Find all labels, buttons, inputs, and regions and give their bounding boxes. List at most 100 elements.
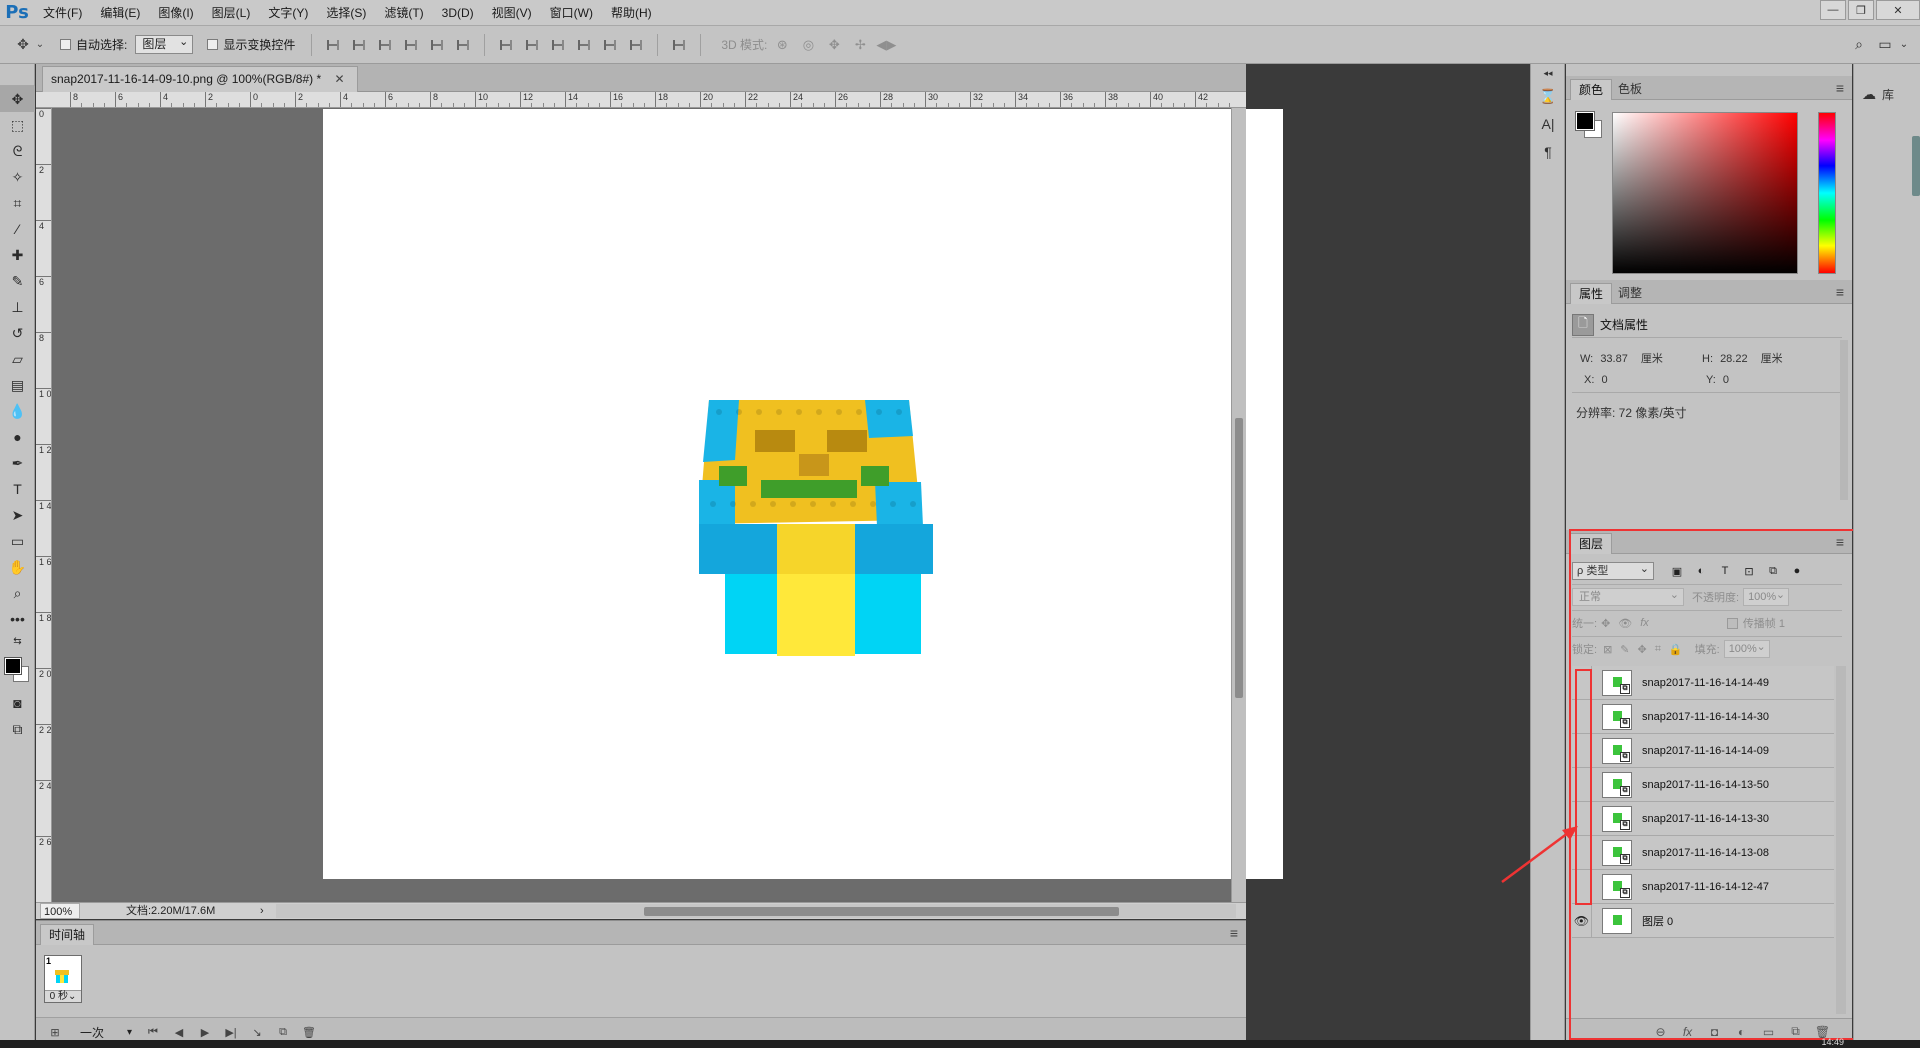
filter-type-icon[interactable]: T: [1714, 562, 1736, 580]
auto-align-icon[interactable]: [669, 36, 689, 54]
healing-brush-tool-icon[interactable]: ✚: [0, 242, 35, 268]
visibility-toggle[interactable]: [1572, 665, 1592, 700]
unify-position-icon[interactable]: ✥: [1601, 617, 1610, 630]
layer-name[interactable]: snap2017-11-16-14-13-50: [1642, 779, 1769, 791]
layer-row[interactable]: ⧉ snap2017-11-16-14-13-50: [1572, 767, 1834, 802]
rectangle-tool-icon[interactable]: ▭: [0, 528, 35, 554]
filter-smart-object-icon[interactable]: ⧉: [1762, 562, 1784, 580]
menu-select[interactable]: 选择(S): [317, 0, 375, 26]
eraser-tool-icon[interactable]: ▱: [0, 346, 35, 372]
menu-layer[interactable]: 图层(L): [203, 0, 260, 26]
move-tool-icon[interactable]: ✥: [0, 86, 35, 112]
lasso-tool-icon[interactable]: ᘓ: [0, 138, 35, 164]
minimize-button[interactable]: —: [1820, 0, 1846, 20]
eyedropper-tool-icon[interactable]: ⁄: [0, 216, 35, 242]
layer-row[interactable]: ⧉ snap2017-11-16-14-14-30: [1572, 699, 1834, 734]
layer-style-icon[interactable]: fx: [1674, 1025, 1701, 1039]
timeline-frame[interactable]: 1 0 秒⌄: [44, 955, 82, 1003]
new-group-icon[interactable]: ▭: [1755, 1025, 1782, 1039]
3d-scale-icon[interactable]: ◀▶: [875, 36, 897, 54]
loop-dropdown[interactable]: 一次: [76, 1024, 132, 1042]
unify-visibility-icon[interactable]: 👁: [1618, 617, 1632, 630]
filter-toggle-icon[interactable]: ●: [1786, 562, 1808, 580]
scrollbar-thumb[interactable]: [1235, 418, 1243, 698]
unify-style-icon[interactable]: fx: [1640, 617, 1649, 629]
align-top-icon[interactable]: [323, 36, 343, 54]
layer-name[interactable]: snap2017-11-16-14-14-09: [1642, 745, 1769, 757]
menu-file[interactable]: 文件(F): [34, 0, 91, 26]
opacity-field[interactable]: 100%: [1743, 587, 1790, 606]
dodge-tool-icon[interactable]: ●: [0, 424, 35, 450]
filter-pixel-icon[interactable]: ▣: [1666, 562, 1688, 580]
align-bottom-icon[interactable]: [375, 36, 395, 54]
hand-tool-icon[interactable]: ✋: [0, 554, 35, 580]
scrollbar-thumb[interactable]: [644, 907, 1119, 916]
filter-adjustment-icon[interactable]: ◐: [1690, 562, 1712, 580]
menu-filter[interactable]: 滤镜(T): [375, 0, 432, 26]
layer-name[interactable]: snap2017-11-16-14-14-49: [1642, 677, 1769, 689]
frame-delay[interactable]: 0 秒⌄: [45, 990, 81, 1002]
x-value[interactable]: 0: [1601, 374, 1607, 386]
layer-name[interactable]: snap2017-11-16-14-12-47: [1642, 881, 1769, 893]
3d-orbit-icon[interactable]: ⊛: [771, 36, 793, 54]
lock-transparent-icon[interactable]: ⊠: [1603, 643, 1612, 656]
new-layer-icon[interactable]: ⧉: [1782, 1024, 1809, 1039]
foreground-color-swatch[interactable]: [1575, 111, 1595, 131]
color-field[interactable]: [1612, 112, 1798, 274]
eye-icon[interactable]: 👁: [1572, 903, 1592, 938]
panel-menu-icon[interactable]: ≡: [1836, 284, 1844, 300]
layer-row[interactable]: ⧉ snap2017-11-16-14-14-09: [1572, 733, 1834, 768]
layer-name[interactable]: snap2017-11-16-14-13-30: [1642, 813, 1769, 825]
move-tool-preset-icon[interactable]: ✥: [12, 34, 34, 56]
type-tool-icon[interactable]: T: [0, 476, 35, 502]
history-brush-tool-icon[interactable]: ↺: [0, 320, 35, 346]
align-hcenter-icon[interactable]: [427, 36, 447, 54]
checkbox-box[interactable]: [207, 39, 219, 50]
magic-wand-tool-icon[interactable]: ✧: [0, 164, 35, 190]
visibility-toggle[interactable]: [1572, 869, 1592, 904]
panel-menu-icon[interactable]: ≡: [1230, 925, 1238, 941]
path-selection-tool-icon[interactable]: ➤: [0, 502, 35, 528]
adjustment-layer-icon[interactable]: ◐: [1728, 1025, 1755, 1039]
zoom-field[interactable]: 100%: [40, 903, 80, 919]
panel-menu-icon[interactable]: ≡: [1836, 534, 1844, 550]
menu-view[interactable]: 视图(V): [483, 0, 541, 26]
history-icon[interactable]: ⌛: [1531, 82, 1565, 110]
tab-color[interactable]: 颜色: [1570, 79, 1613, 100]
horizontal-scrollbar[interactable]: [276, 904, 1236, 918]
vertical-scrollbar[interactable]: [1231, 108, 1246, 908]
hue-slider[interactable]: [1818, 112, 1836, 274]
layer-row[interactable]: 👁 图层 0: [1572, 903, 1834, 938]
screen-mode-icon[interactable]: ⧉: [0, 716, 35, 742]
auto-select-target-dropdown[interactable]: 图层: [135, 34, 194, 54]
layer-name[interactable]: snap2017-11-16-14-13-08: [1642, 847, 1769, 859]
menu-3d[interactable]: 3D(D): [433, 0, 483, 26]
layer-name[interactable]: snap2017-11-16-14-14-30: [1642, 711, 1769, 723]
add-mask-icon[interactable]: ◘: [1701, 1025, 1728, 1039]
height-value[interactable]: 28.22: [1720, 353, 1748, 365]
layer-row[interactable]: ⧉ snap2017-11-16-14-12-47: [1572, 869, 1834, 904]
distribute-left-icon[interactable]: [574, 36, 594, 54]
blend-mode-dropdown[interactable]: 正常: [1572, 587, 1684, 606]
search-icon[interactable]: ⌕: [1846, 34, 1872, 54]
layer-name[interactable]: 图层 0: [1642, 913, 1673, 929]
foreground-color-swatch[interactable]: [4, 657, 22, 675]
clone-stamp-tool-icon[interactable]: ⊥: [0, 294, 35, 320]
layer-filter-dropdown[interactable]: ρ 类型: [1572, 561, 1654, 580]
crop-tool-icon[interactable]: ⌗: [0, 190, 35, 216]
tab-adjustments[interactable]: 调整: [1610, 283, 1650, 304]
dock-header[interactable]: ◂◂: [1531, 64, 1565, 82]
document-tab[interactable]: snap2017-11-16-14-09-10.png @ 100%(RGB/8…: [42, 66, 358, 92]
edge-handle[interactable]: [1912, 136, 1920, 196]
lock-artboard-icon[interactable]: ⌗: [1655, 643, 1661, 656]
gradient-tool-icon[interactable]: ▤: [0, 372, 35, 398]
vertical-ruler[interactable]: 0 2 4 6 8 1 0 1 2 1 4 1 6 1 8 2 0 2 2 2 4 2 6: [36, 108, 52, 908]
tab-properties[interactable]: 属性: [1570, 283, 1613, 304]
visibility-toggle[interactable]: [1572, 733, 1592, 768]
distribute-vcenter-icon[interactable]: [522, 36, 542, 54]
fill-field[interactable]: 100%: [1723, 639, 1770, 658]
zoom-tool-icon[interactable]: ⌕: [0, 580, 35, 606]
filter-shape-icon[interactable]: ⊡: [1738, 562, 1760, 580]
visibility-toggle[interactable]: [1572, 801, 1592, 836]
layer-row[interactable]: ⧉ snap2017-11-16-14-14-49: [1572, 665, 1834, 700]
